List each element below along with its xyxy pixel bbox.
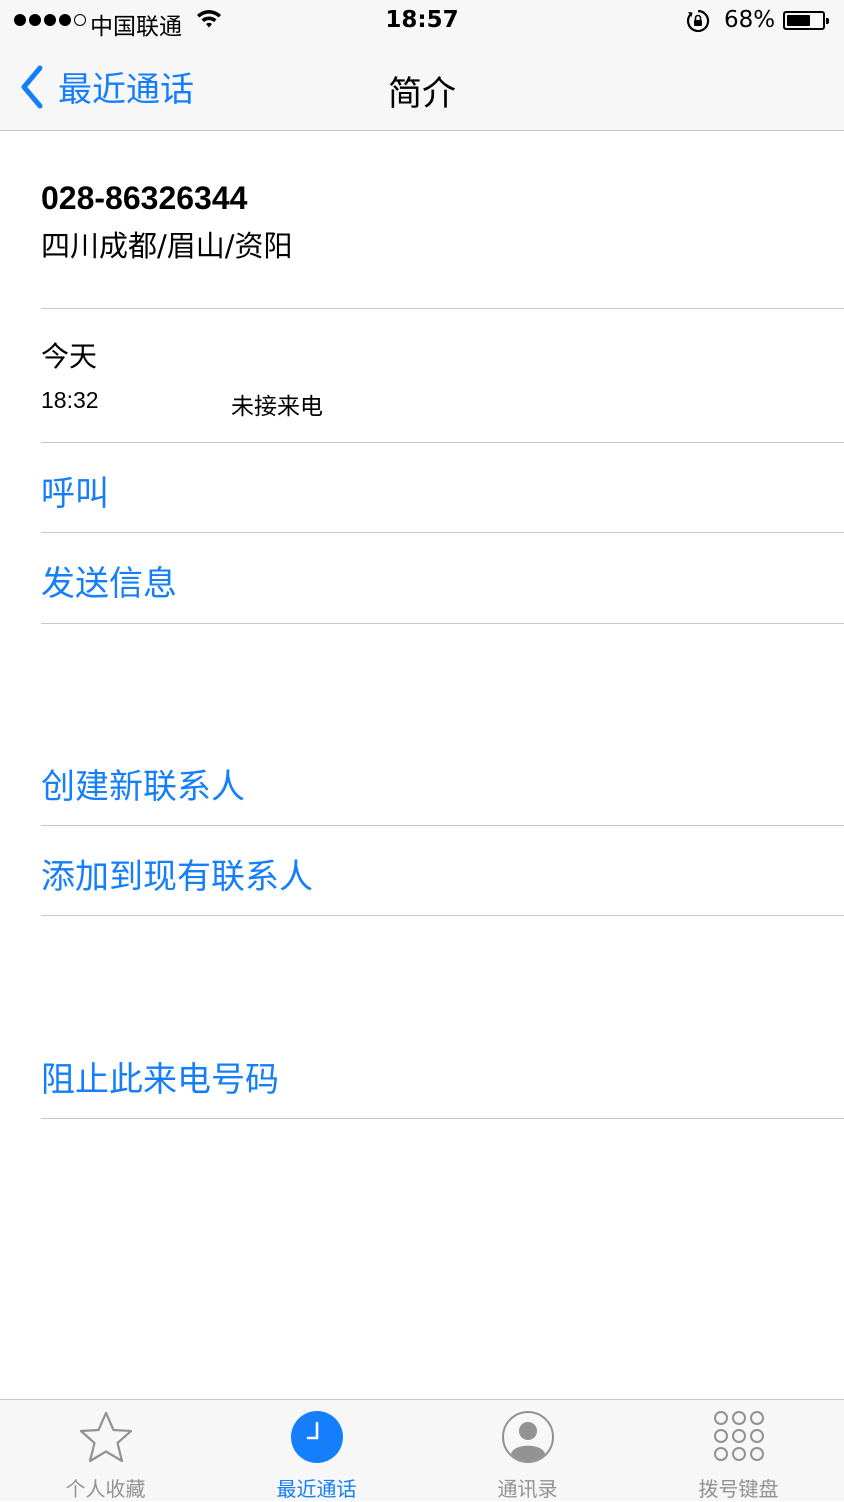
battery-icon [783, 11, 829, 30]
divider [41, 623, 844, 624]
divider [41, 1118, 844, 1119]
call-status: 未接来电 [231, 394, 323, 420]
status-time: 18:57 [385, 7, 459, 33]
tab-bar: 个人收藏 最近通话 通讯录 拨号键盘 [0, 1399, 844, 1501]
create-new-contact-button[interactable]: 创建新联系人 [41, 759, 245, 808]
navigation-bar: 最近通话 简介 [0, 44, 844, 131]
divider [41, 825, 844, 826]
call-day: 今天 [41, 340, 98, 373]
block-caller-button[interactable]: 阻止此来电号码 [41, 1052, 279, 1101]
tab-recents[interactable]: 最近通话 [211, 1400, 422, 1501]
call-button[interactable]: 呼叫 [41, 466, 109, 515]
caller-header: 028-86326344 四川成都/眉山/资阳 [41, 180, 293, 265]
tab-contacts[interactable]: 通讯录 [422, 1400, 633, 1501]
keypad-icon [633, 1410, 844, 1464]
tab-label: 个人收藏 [65, 1477, 146, 1501]
divider [41, 442, 844, 443]
tab-favorites[interactable]: 个人收藏 [0, 1400, 211, 1501]
add-to-existing-contact-button[interactable]: 添加到现有联系人 [41, 849, 313, 898]
send-message-button[interactable]: 发送信息 [41, 556, 177, 605]
tab-label: 拨号键盘 [698, 1477, 779, 1501]
divider [41, 308, 844, 309]
tab-label: 最近通话 [276, 1477, 357, 1501]
caller-location: 四川成都/眉山/资阳 [41, 229, 293, 263]
call-time: 18:32 [41, 387, 99, 413]
tab-keypad[interactable]: 拨号键盘 [633, 1400, 844, 1501]
battery-percent: 68% [724, 7, 776, 33]
contact-icon [422, 1410, 633, 1464]
star-icon [0, 1410, 211, 1466]
status-bar: 中国联通 18:57 68% [0, 0, 844, 44]
divider [41, 915, 844, 916]
rotation-lock-icon [686, 9, 710, 37]
tab-label: 通讯录 [497, 1477, 558, 1501]
clock-icon [211, 1410, 422, 1464]
phone-number: 028-86326344 [41, 180, 248, 216]
page-title: 简介 [388, 74, 456, 114]
divider [41, 532, 844, 533]
